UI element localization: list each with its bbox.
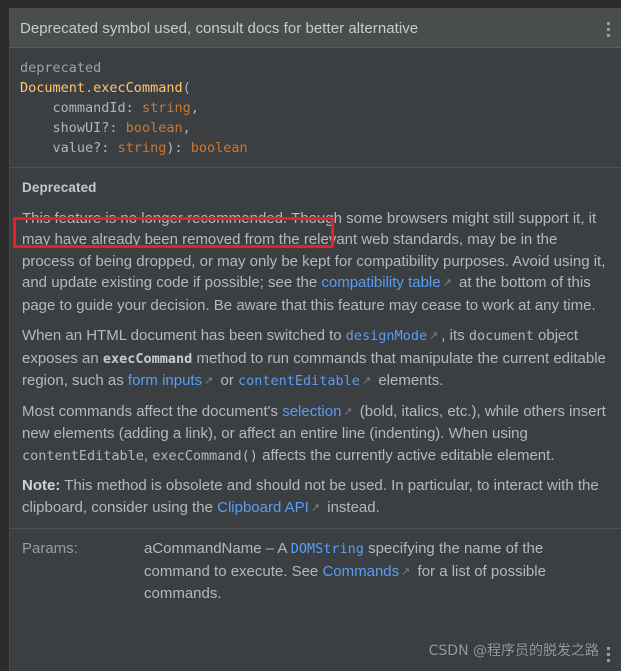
editor-code-sliver-top <box>0 0 621 8</box>
signature-param-tail: , <box>182 120 191 136</box>
kebab-menu-vertical-icon-footer[interactable] <box>601 641 615 667</box>
link-clipboard-api[interactable]: Clipboard API <box>217 499 309 516</box>
popup-header: Deprecated symbol used, consult docs for… <box>10 9 621 48</box>
signature-param-name: showUI?: <box>52 120 118 136</box>
method-signature-block: deprecated Document.execCommand( command… <box>10 48 621 168</box>
link-form-inputs[interactable]: form inputs <box>128 372 202 389</box>
external-link-icon: ↗ <box>361 375 372 387</box>
documentation-body: Deprecated This feature is no longer rec… <box>10 177 621 519</box>
signature-open-paren: ( <box>182 80 191 96</box>
signature-param-tail: , <box>190 100 199 116</box>
link-commands[interactable]: Commands <box>322 563 399 580</box>
external-link-icon: ↗ <box>442 277 452 289</box>
kebab-dot <box>606 658 610 662</box>
csdn-watermark: CSDN @程序员的脱发之路 <box>428 643 599 659</box>
signature-return-type: boolean <box>190 140 248 156</box>
code-domstring[interactable]: DOMString <box>291 541 364 557</box>
note-label: Note: <box>22 477 61 494</box>
link-compatibility-table[interactable]: compatibility table <box>321 274 440 291</box>
signature-param-name: value?: <box>52 140 110 156</box>
external-link-icon: ↗ <box>429 330 439 342</box>
kebab-dot <box>606 27 610 31</box>
signature-param-type: string <box>141 100 191 116</box>
designmode-paragraph: When an HTML document has been switched … <box>22 325 611 393</box>
link-contenteditable[interactable]: contentEditable <box>238 373 360 389</box>
kebab-dot <box>606 21 610 25</box>
signature-owner: Document <box>20 80 86 96</box>
para3-text-d: affects the currently active editable el… <box>257 446 555 464</box>
params-value: aCommandName – A DOMString specifying th… <box>144 538 611 605</box>
note-text-b: instead. <box>323 498 380 516</box>
para2-text-b: , its <box>441 327 469 344</box>
signature-param-tail: ): <box>166 140 183 156</box>
kebab-dot <box>606 33 610 37</box>
params-label: Params: <box>22 540 78 557</box>
deprecation-paragraph: This feature is no longer recommended. T… <box>22 208 611 317</box>
deprecated-heading: Deprecated <box>22 180 97 195</box>
signature-param-type: boolean <box>125 120 183 136</box>
popup-header-title: Deprecated symbol used, consult docs for… <box>20 19 419 37</box>
code-execcommand: execCommand <box>102 350 193 367</box>
kebab-dot <box>606 646 610 650</box>
code-document: document <box>468 328 534 344</box>
signature-method-name: execCommand <box>93 80 183 96</box>
deprecation-highlighted-sentence: This feature is no longer recommended. <box>22 209 288 227</box>
external-link-icon: ↗ <box>310 501 321 514</box>
code-contenteditable: contentEditable <box>22 447 144 464</box>
para3-text-a: Most commands affect the document's <box>22 402 283 420</box>
editor-code-sliver-left <box>0 0 9 671</box>
params-text-a: aCommandName – A <box>144 540 291 557</box>
external-link-icon: ↗ <box>401 565 411 578</box>
external-link-icon: ↗ <box>343 405 353 418</box>
signature-param-type: string <box>117 140 167 156</box>
para2-text-f: elements. <box>374 372 444 389</box>
para3-text-c: , <box>143 446 153 464</box>
external-link-icon: ↗ <box>204 375 214 387</box>
code-execcommand-call: execCommand() <box>152 447 258 464</box>
kebab-menu-vertical-icon[interactable] <box>601 16 615 42</box>
note-paragraph: Note: This method is obsolete and should… <box>22 475 611 519</box>
link-designmode[interactable]: designMode <box>346 328 427 344</box>
signature-modifier: deprecated <box>20 60 102 76</box>
para2-text-e: or <box>216 372 239 389</box>
kebab-dot <box>606 652 610 656</box>
link-selection[interactable]: selection <box>282 403 341 420</box>
commands-paragraph: Most commands affect the document's sele… <box>22 401 611 468</box>
signature-param-name: commandId: <box>52 100 134 116</box>
signature-dot: . <box>85 80 94 96</box>
params-section: Params: aCommandName – A DOMString speci… <box>10 528 621 605</box>
para2-text-a: When an HTML document has been switched … <box>22 327 346 344</box>
documentation-popup: Deprecated symbol used, consult docs for… <box>9 8 621 671</box>
